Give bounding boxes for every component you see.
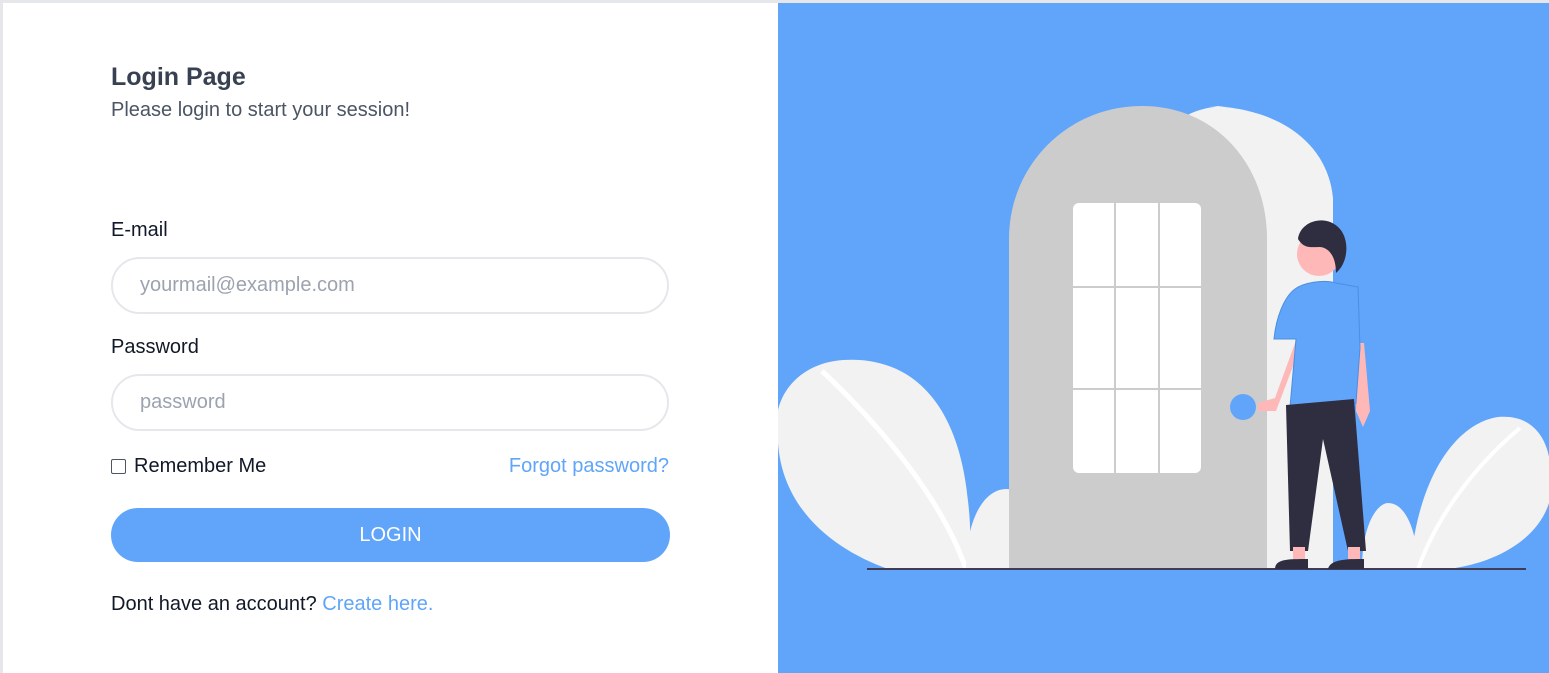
- email-field[interactable]: [111, 257, 669, 314]
- remember-row: Remember Me Forgot password?: [111, 453, 669, 479]
- forgot-password-link[interactable]: Forgot password?: [509, 455, 669, 478]
- remember-me-checkbox[interactable]: [111, 458, 126, 474]
- email-label: E-mail: [111, 219, 168, 241]
- page-frame: Login Page Please login to start your se…: [3, 3, 1549, 673]
- login-button[interactable]: LOGIN: [111, 508, 670, 562]
- signup-prompt: Dont have an account?: [111, 593, 323, 615]
- illustration-panel: [778, 3, 1549, 673]
- signup-row: Dont have an account? Create here.: [111, 593, 433, 616]
- login-panel: Login Page Please login to start your se…: [3, 3, 778, 673]
- right-plant-icon: [1362, 416, 1549, 570]
- password-field[interactable]: [111, 374, 669, 431]
- left-plant-icon: [778, 359, 1043, 570]
- door-person-illustration-icon: [778, 106, 1549, 570]
- remember-me-label: Remember Me: [134, 454, 267, 477]
- door-window-icon: [1073, 203, 1201, 473]
- create-account-link[interactable]: Create here.: [322, 593, 433, 615]
- doorknob-icon: [1230, 394, 1256, 420]
- page-subtitle: Please login to start your session!: [111, 99, 411, 121]
- login-header: Login Page Please login to start your se…: [111, 61, 410, 123]
- page-title: Login Page: [111, 63, 246, 91]
- password-label: Password: [111, 336, 199, 358]
- remember-me-option[interactable]: Remember Me: [111, 455, 266, 478]
